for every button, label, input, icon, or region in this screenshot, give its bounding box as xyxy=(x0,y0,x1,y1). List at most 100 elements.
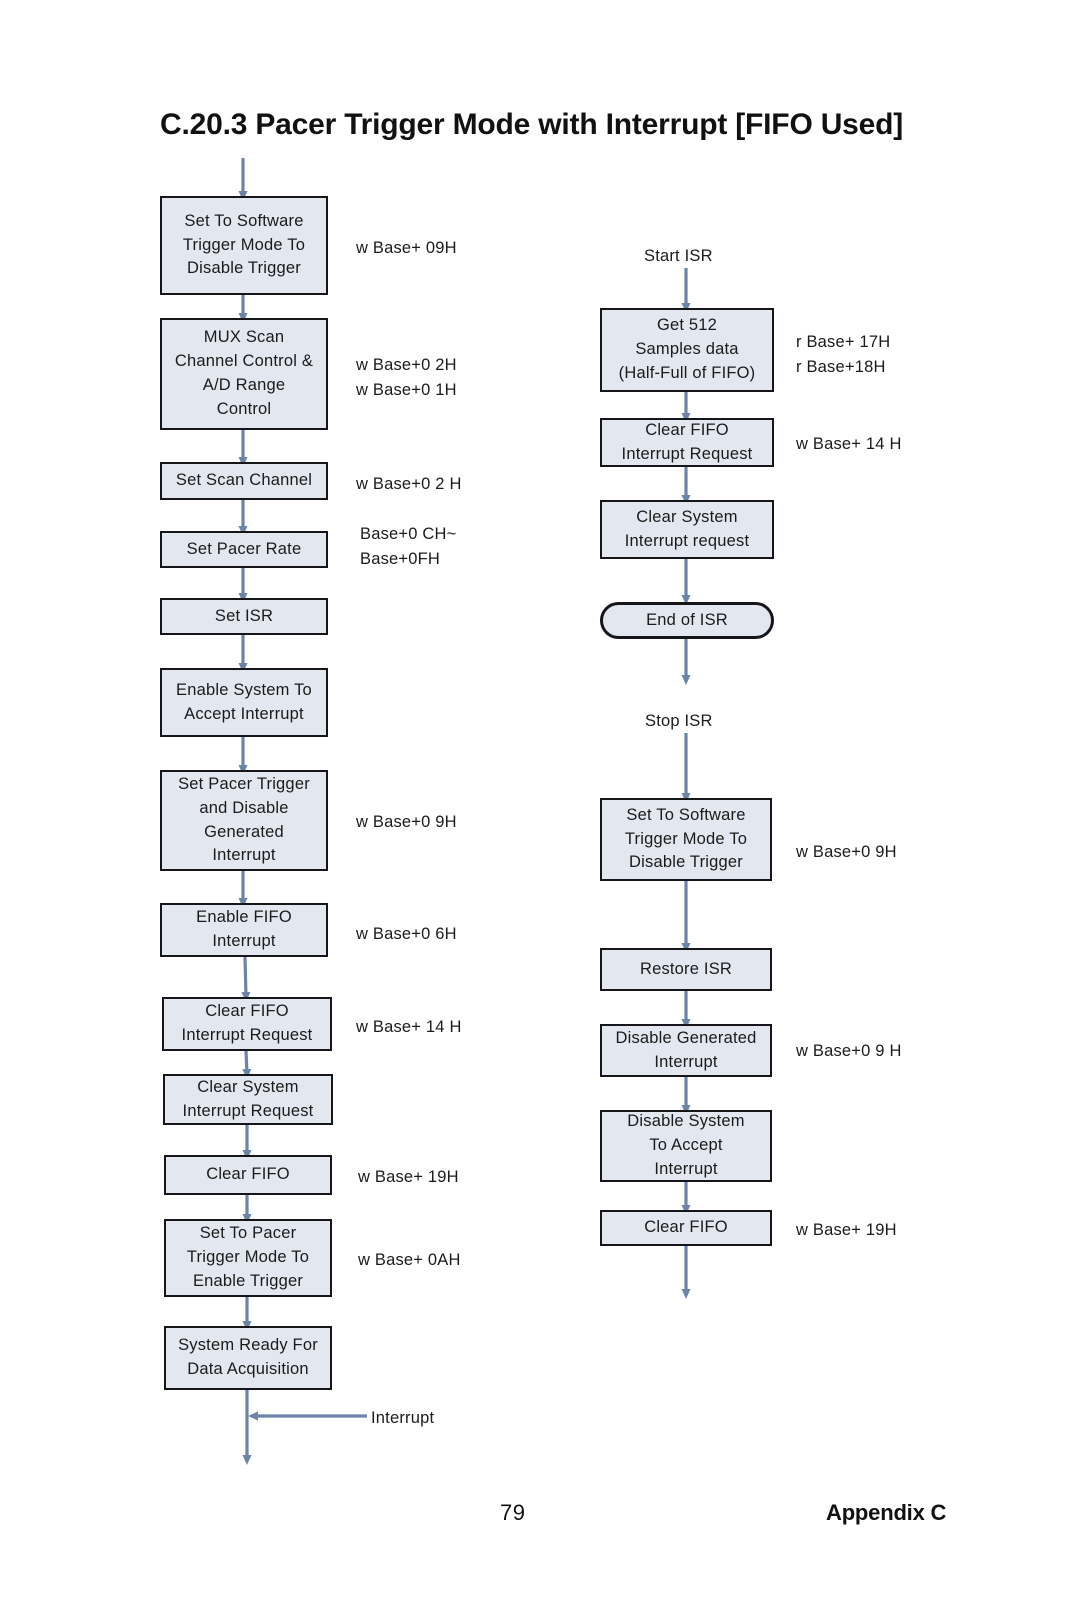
node-set-software-trigger-disable[interactable]: Set To Software Trigger Mode To Disable … xyxy=(160,196,328,295)
annotation-disable-generated-interrupt: w Base+0 9 H xyxy=(796,1039,902,1064)
annotation-line: w Base+ 0AH xyxy=(358,1251,461,1269)
node-line: Clear FIFO xyxy=(206,1165,290,1184)
node-enable-system-accept-interrupt[interactable]: Enable System To Accept Interrupt xyxy=(160,668,328,737)
node-line: Enable System To xyxy=(176,680,312,699)
node-line: Enable Trigger xyxy=(192,1271,304,1290)
node-set-pacer-trigger-enable[interactable]: Set To Pacer Trigger Mode To Enable Trig… xyxy=(164,1219,332,1297)
node-clear-fifo-interrupt-request-isr[interactable]: Clear FIFO Interrupt Request xyxy=(600,418,774,467)
node-line: Interrupt xyxy=(654,1052,718,1071)
node-line: Trigger Mode To xyxy=(182,235,306,254)
node-set-isr[interactable]: Set ISR xyxy=(160,598,328,635)
annotation-set-software-trigger-disable: w Base+ 09H xyxy=(356,236,457,261)
node-line: Trigger Mode To xyxy=(186,1248,310,1267)
annotation-set-software-trigger-disable-stop: w Base+0 9H xyxy=(796,840,897,865)
node-line: Set To Software xyxy=(184,211,304,230)
node-set-software-trigger-disable-stop[interactable]: Set To Software Trigger Mode To Disable … xyxy=(600,798,772,881)
annotation-line: r Base+ 17H xyxy=(796,333,891,351)
node-line: Interrupt request xyxy=(624,531,750,550)
node-line: Interrupt Request xyxy=(181,1026,313,1044)
node-line: MUX Scan xyxy=(203,328,285,347)
annotation-clear-fifo-interrupt-request-isr: w Base+ 14 H xyxy=(796,432,902,457)
node-get-512-samples[interactable]: Get 512 Samples data (Half-Full of FIFO) xyxy=(600,308,774,392)
node-line: Disable Trigger xyxy=(187,259,301,278)
annotation-enable-fifo-interrupt: w Base+0 6H xyxy=(356,922,457,947)
node-line: Accept Interrupt xyxy=(184,704,304,723)
node-line: Restore ISR xyxy=(639,959,733,978)
footer-page-number: 79 xyxy=(500,1500,526,1525)
annotation-line: Base+0FH xyxy=(360,549,441,568)
node-line: Set Scan Channel xyxy=(175,471,313,490)
node-line: To Accept xyxy=(649,1136,723,1155)
annotation-set-pacer-rate: Base+0 CH~ Base+0FH xyxy=(360,522,456,572)
node-disable-generated-interrupt[interactable]: Disable Generated Interrupt xyxy=(600,1024,772,1077)
node-line: Set Pacer Rate xyxy=(186,539,302,558)
node-line: Set To Software xyxy=(626,805,746,824)
annotation-line: w Base+ 19H xyxy=(358,1168,459,1186)
node-system-ready[interactable]: System Ready For Data Acquisition xyxy=(164,1326,332,1390)
node-clear-fifo-interrupt-request[interactable]: Clear FIFO Interrupt Request xyxy=(162,997,332,1051)
node-line: Interrupt xyxy=(212,846,276,865)
node-set-scan-channel[interactable]: Set Scan Channel xyxy=(160,462,328,500)
annotation-line: w Base+ 09H xyxy=(356,239,457,257)
node-line: Get 512 xyxy=(656,316,718,335)
annotation-line: Base+0 CH~ xyxy=(360,525,457,543)
annotation-mux-scan-channel-control: w Base+0 2H w Base+0 1H xyxy=(356,353,457,403)
annotation-line: w Base+0 2 H xyxy=(356,475,462,493)
node-end-of-isr[interactable]: End of ISR xyxy=(600,602,774,639)
node-line: Control xyxy=(216,399,272,418)
annotation-clear-fifo-stop: w Base+ 19H xyxy=(796,1218,897,1243)
node-line: and Disable xyxy=(199,798,289,817)
node-line: Set ISR xyxy=(214,606,274,625)
node-line: A/D Range xyxy=(202,376,286,394)
node-line: Clear FIFO xyxy=(644,1218,728,1237)
annotation-set-scan-channel: w Base+0 2 H xyxy=(356,472,462,497)
node-line: Disable System xyxy=(627,1112,745,1131)
node-disable-system-accept-interrupt[interactable]: Disable System To Accept Interrupt xyxy=(600,1110,772,1182)
node-line: Samples data xyxy=(635,340,739,359)
node-clear-system-interrupt-request-isr[interactable]: Clear System Interrupt request xyxy=(600,500,774,559)
node-line: Clear System xyxy=(636,507,738,526)
node-line: Interrupt xyxy=(212,932,276,950)
node-line: Clear System xyxy=(197,1077,299,1096)
node-line: Disable Generated xyxy=(615,1028,757,1047)
annotation-line: w Base+0 6H xyxy=(356,925,457,943)
annotation-set-pacer-trigger-enable: w Base+ 0AH xyxy=(358,1248,461,1273)
annotation-line: w Base+0 9H xyxy=(356,813,457,831)
node-clear-fifo-stop[interactable]: Clear FIFO xyxy=(600,1210,772,1246)
node-clear-system-interrupt-request[interactable]: Clear System Interrupt Request xyxy=(163,1074,333,1125)
annotation-line: w Base+0 2H xyxy=(356,356,457,374)
node-set-pacer-trigger-disable-generated-interrupt[interactable]: Set Pacer Trigger and Disable Generated … xyxy=(160,770,328,871)
node-line: Trigger Mode To xyxy=(624,829,748,848)
node-mux-scan-channel-control[interactable]: MUX Scan Channel Control & A/D Range Con… xyxy=(160,318,328,430)
annotation-clear-fifo-main: w Base+ 19H xyxy=(358,1165,459,1190)
annotation-line: w Base+ 19H xyxy=(796,1221,897,1239)
footer-section-label: Appendix C xyxy=(826,1500,947,1525)
node-line: Disable Trigger xyxy=(629,853,743,872)
node-line: Set To Pacer xyxy=(199,1224,297,1243)
node-enable-fifo-interrupt[interactable]: Enable FIFO Interrupt xyxy=(160,903,328,957)
node-set-pacer-rate[interactable]: Set Pacer Rate xyxy=(160,531,328,568)
node-line: Enable FIFO xyxy=(196,908,292,927)
annotation-line: w Base+0 9H xyxy=(796,843,897,861)
annotation-line: r Base+18H xyxy=(796,357,886,376)
node-line: End of ISR xyxy=(646,610,728,629)
annotation-set-pacer-trigger-disable-generated-interrupt: w Base+0 9H xyxy=(356,810,457,835)
interrupt-feedback-label: Interrupt xyxy=(371,1409,435,1427)
node-line: Interrupt Request xyxy=(621,444,753,463)
node-line: Clear FIFO xyxy=(205,1002,289,1021)
start-isr-label: Start ISR xyxy=(644,247,713,265)
node-line: Interrupt xyxy=(654,1159,718,1178)
stop-isr-label: Stop ISR xyxy=(645,712,713,730)
node-line: Channel Control & xyxy=(174,352,314,371)
annotation-line: w Base+ 14 H xyxy=(796,435,902,453)
annotation-line: w Base+0 1H xyxy=(356,380,457,399)
node-line: Interrupt Request xyxy=(182,1101,314,1120)
node-line: Set Pacer Trigger xyxy=(178,774,310,793)
page-canvas: C.20.3 Pacer Trigger Mode with Interrupt… xyxy=(0,0,1080,1618)
node-restore-isr[interactable]: Restore ISR xyxy=(600,948,772,991)
node-clear-fifo-main[interactable]: Clear FIFO xyxy=(164,1155,332,1195)
node-line: Data Acquisition xyxy=(187,1360,309,1378)
annotation-clear-fifo-interrupt-request: w Base+ 14 H xyxy=(356,1015,462,1040)
page-title: C.20.3 Pacer Trigger Mode with Interrupt… xyxy=(160,108,904,141)
node-line: Clear FIFO xyxy=(645,420,729,439)
